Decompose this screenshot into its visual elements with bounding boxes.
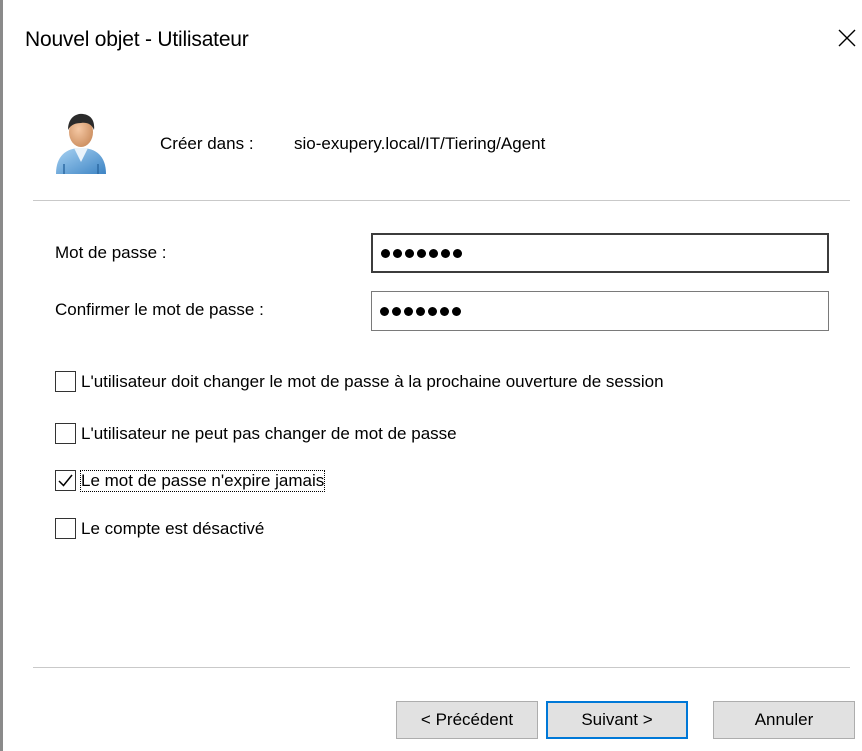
- confirm-password-label: Confirmer le mot de passe :: [55, 300, 264, 319]
- header-separator: [33, 200, 850, 201]
- confirm-password-input[interactable]: [371, 291, 829, 331]
- password-mask: [381, 248, 462, 258]
- create-in-label: Créer dans :: [160, 134, 254, 153]
- create-in-path: sio-exupery.local/IT/Tiering/Agent: [294, 134, 546, 153]
- confirm-password-mask: [380, 306, 461, 316]
- cannot-change-password-option[interactable]: L'utilisateur ne peut pas changer de mot…: [55, 423, 457, 444]
- dialog-title: Nouvel objet - Utilisateur: [25, 28, 249, 51]
- account-disabled-label: Le compte est désactivé: [81, 518, 265, 538]
- account-disabled-option[interactable]: Le compte est désactivé: [55, 518, 264, 539]
- next-button[interactable]: Suivant >: [546, 701, 688, 739]
- close-icon: [838, 29, 856, 47]
- must-change-password-checkbox[interactable]: [55, 371, 76, 392]
- close-button[interactable]: [832, 20, 862, 56]
- password-never-expires-option[interactable]: Le mot de passe n'expire jamais: [55, 469, 326, 492]
- footer-separator: [33, 667, 850, 668]
- window-left-edge: [0, 0, 3, 751]
- cannot-change-password-checkbox[interactable]: [55, 423, 76, 444]
- password-input[interactable]: [371, 233, 829, 273]
- password-never-expires-checkbox[interactable]: [55, 470, 76, 491]
- password-never-expires-label: Le mot de passe n'expire jamais: [79, 469, 326, 492]
- account-disabled-checkbox[interactable]: [55, 518, 76, 539]
- cannot-change-password-label: L'utilisateur ne peut pas changer de mot…: [81, 423, 457, 443]
- previous-button[interactable]: < Précédent: [396, 701, 538, 739]
- must-change-password-label: L'utilisateur doit changer le mot de pas…: [81, 371, 664, 391]
- checkmark-icon: [58, 474, 73, 487]
- must-change-password-option[interactable]: L'utilisateur doit changer le mot de pas…: [55, 371, 664, 392]
- password-label: Mot de passe :: [55, 243, 167, 262]
- user-icon: [56, 113, 106, 174]
- cancel-button[interactable]: Annuler: [713, 701, 855, 739]
